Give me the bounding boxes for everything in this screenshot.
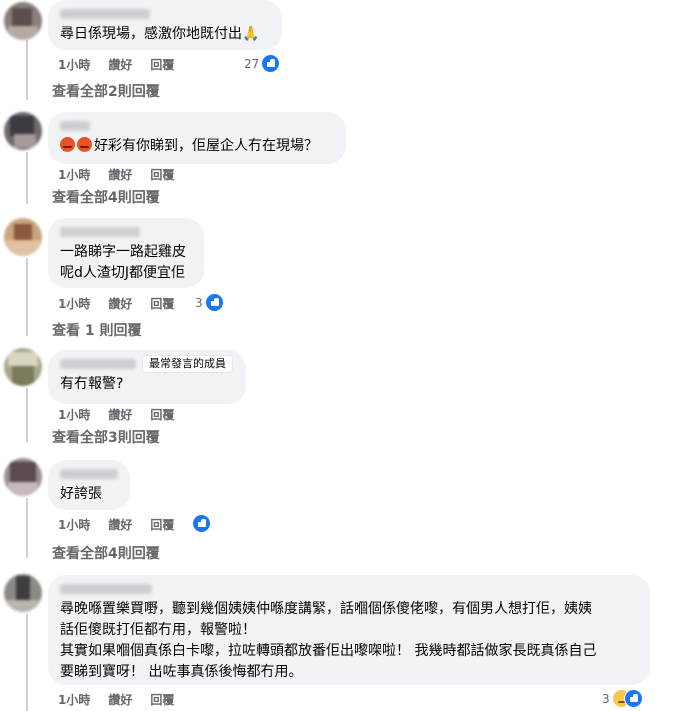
reply-button[interactable]: 回覆 xyxy=(150,166,174,183)
like-icon xyxy=(205,294,223,311)
reaction-count: 27 xyxy=(244,56,260,71)
reaction-summary[interactable]: 3 xyxy=(195,294,223,311)
avatar[interactable] xyxy=(4,218,42,256)
angry-face-icon xyxy=(60,137,75,152)
view-replies-link[interactable]: 查看全部3則回覆 xyxy=(52,428,160,448)
comment-text: 一路睇字一路起雞皮 呢d人渣切J都便宜佢 xyxy=(60,244,186,281)
author-name-redacted xyxy=(60,227,140,237)
author-name-redacted xyxy=(60,584,152,594)
thread-line xyxy=(26,40,28,100)
comment-author[interactable] xyxy=(60,119,334,133)
comment-text: 好誇張 xyxy=(60,486,102,502)
reply-button[interactable]: 回覆 xyxy=(150,691,174,708)
comment-actions: 1小時 讚好 回覆 xyxy=(58,515,192,533)
view-replies-link[interactable]: 查看全部2則回覆 xyxy=(52,82,160,102)
reply-button[interactable]: 回覆 xyxy=(150,56,174,73)
thread-line xyxy=(26,614,28,711)
like-button[interactable]: 讚好 xyxy=(108,406,132,423)
comment-author[interactable] xyxy=(60,582,638,596)
comment-actions: 1小時 讚好 回覆 xyxy=(58,294,192,312)
reaction-summary[interactable]: 3 xyxy=(602,690,642,707)
like-button[interactable]: 讚好 xyxy=(108,516,132,533)
avatar[interactable] xyxy=(4,574,42,612)
like-button[interactable]: 讚好 xyxy=(108,691,132,708)
author-name-redacted xyxy=(60,121,90,131)
like-button[interactable]: 讚好 xyxy=(108,166,132,183)
reaction-count: 3 xyxy=(602,691,610,706)
author-name-redacted xyxy=(60,9,150,19)
reaction-count: 3 xyxy=(195,295,203,310)
comment-text: 有冇報警? xyxy=(60,376,124,392)
comment-time[interactable]: 1小時 xyxy=(58,406,90,423)
comment-bubble: 最常發言的成員 有冇報警? xyxy=(48,350,246,404)
like-icon xyxy=(262,55,280,72)
author-name-redacted xyxy=(60,359,136,369)
comment-time[interactable]: 1小時 xyxy=(58,691,90,708)
comment-bubble: 好誇張 xyxy=(48,460,130,510)
author-name-redacted xyxy=(60,469,118,479)
comment-actions: 1小時 讚好 回覆 xyxy=(58,405,192,423)
angry-face-icon xyxy=(77,137,92,152)
comment-bubble: 一路睇字一路起雞皮 呢d人渣切J都便宜佢 xyxy=(48,218,204,288)
comment-bubble: 好彩有你睇到，佢屋企人冇在現場？ xyxy=(48,112,346,164)
comment-time[interactable]: 1小時 xyxy=(58,516,90,533)
comment-text: 尋日係現場，感激你地既付出🙏 xyxy=(60,26,260,42)
reaction-summary[interactable] xyxy=(193,515,210,532)
comment-text: 好彩有你睇到，佢屋企人冇在現場？ xyxy=(60,136,334,157)
thread-line xyxy=(26,258,28,336)
comment-actions: 1小時 讚好 回覆 xyxy=(58,690,192,708)
thread-line xyxy=(26,498,28,558)
comment-time[interactable]: 1小時 xyxy=(58,56,90,73)
comment-bubble: 尋日係現場，感激你地既付出🙏 xyxy=(48,0,282,50)
reaction-summary[interactable]: 27 xyxy=(244,55,280,72)
comment-time[interactable]: 1小時 xyxy=(58,166,90,183)
comment-bubble: 尋晚喺置樂買嘢，聽到幾個姨姨仲喺度講緊，話嗰個係傻佬嚟，有個男人想打佢，姨姨 話佢… xyxy=(48,575,650,685)
like-icon xyxy=(624,690,642,707)
top-contributor-badge: 最常發言的成員 xyxy=(142,355,233,373)
comment-actions: 1小時 讚好 回覆 xyxy=(58,165,192,183)
reply-button[interactable]: 回覆 xyxy=(150,406,174,423)
view-replies-link[interactable]: 查看全部4則回覆 xyxy=(52,544,160,564)
comment-author[interactable] xyxy=(60,225,192,239)
avatar[interactable] xyxy=(4,112,42,150)
reply-button[interactable]: 回覆 xyxy=(150,295,174,312)
thread-line xyxy=(26,388,28,442)
like-icon xyxy=(193,515,210,532)
comment-text: 尋晚喺置樂買嘢，聽到幾個姨姨仲喺度講緊，話嗰個係傻佬嚟，有個男人想打佢，姨姨 話佢… xyxy=(60,601,597,680)
like-button[interactable]: 讚好 xyxy=(108,56,132,73)
comment-author[interactable] xyxy=(60,7,270,21)
comment-author[interactable]: 最常發言的成員 xyxy=(60,355,234,373)
comment-actions: 1小時 讚好 回覆 xyxy=(58,55,192,73)
like-button[interactable]: 讚好 xyxy=(108,295,132,312)
reply-button[interactable]: 回覆 xyxy=(150,516,174,533)
avatar[interactable] xyxy=(4,2,42,40)
view-replies-link[interactable]: 查看全部4則回覆 xyxy=(52,188,160,208)
view-replies-link[interactable]: 查看 1 則回覆 xyxy=(52,321,142,341)
comment-author[interactable] xyxy=(60,467,118,481)
comment-time[interactable]: 1小時 xyxy=(58,295,90,312)
avatar[interactable] xyxy=(4,348,42,386)
thread-line xyxy=(26,152,28,204)
avatar[interactable] xyxy=(4,458,42,496)
